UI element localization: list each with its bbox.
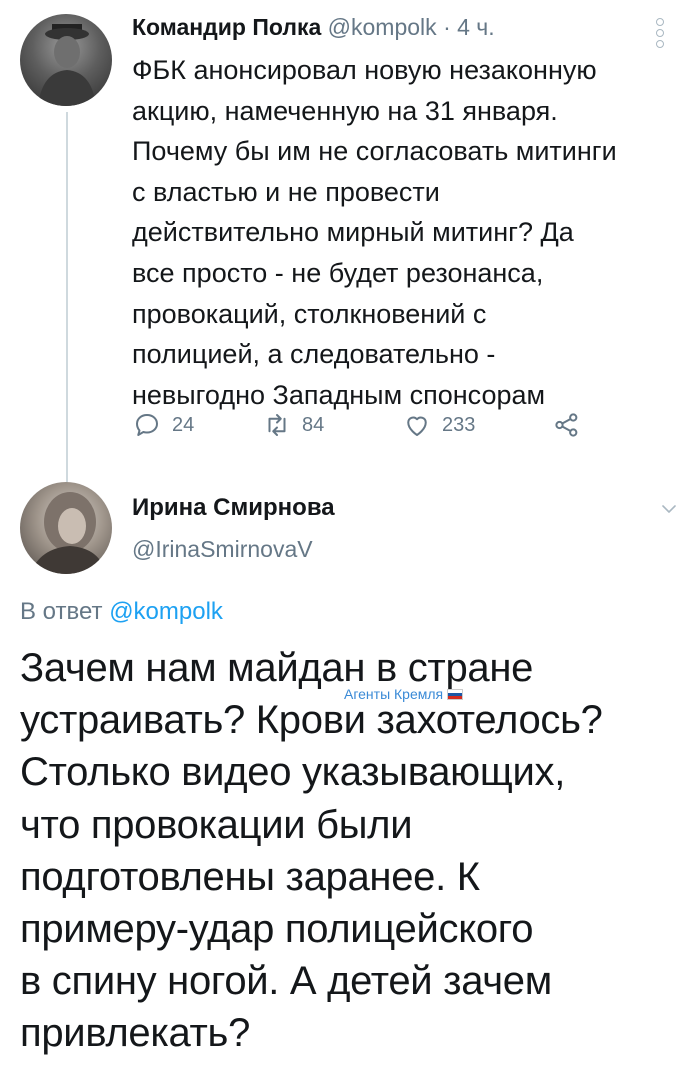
tweet-text-line: Столько видео указывающих, (20, 750, 566, 795)
tweet-text-line: привлекать? (20, 1011, 251, 1056)
tweet-text-line: все просто - не будет резонанса, (132, 257, 544, 288)
tweet-actions: 24 84 233 (132, 410, 602, 450)
avatar[interactable] (20, 482, 112, 574)
tweet-text-line: примеру-удар полицейского (20, 907, 534, 952)
tweet-text-line: провокаций, столкновений с (132, 298, 487, 329)
reply-prefix: В ответ (20, 598, 103, 625)
heart-icon (407, 416, 427, 436)
russian-flag-icon (447, 688, 464, 700)
tweet-text-line: с властью и не провести (132, 176, 440, 207)
thread-connector-line (66, 112, 68, 484)
avatar[interactable] (20, 14, 112, 106)
author-name[interactable]: Командир Полка (132, 14, 321, 40)
share-button[interactable] (552, 410, 582, 440)
reply-context: В ответ @kompolk (20, 598, 223, 626)
reply-count: 24 (172, 413, 195, 436)
tweet-text-line: что провокации были (20, 802, 413, 847)
like-button[interactable]: 233 (402, 410, 475, 440)
tweet-text-line: в спину ногой. А детей зачем (20, 959, 552, 1004)
share-icon (555, 413, 578, 437)
tweet-text-line: полицией, а следовательно - (132, 339, 496, 370)
tweet-text-line: акцию, намеченную на 31 января. (132, 95, 558, 126)
tweet-text-line: Почему бы им не согласовать митинги (132, 136, 617, 167)
retweet-icon (268, 414, 286, 436)
watermark-text: Агенты Кремля (344, 686, 444, 702)
chevron-down-icon[interactable] (660, 500, 678, 518)
author-handle[interactable]: @kompolk (328, 14, 437, 40)
timestamp[interactable]: · 4 ч. (443, 14, 495, 40)
watermark: Агенты Кремля (344, 686, 464, 702)
reply-icon (136, 414, 158, 436)
avatar-photo (30, 492, 106, 574)
tweet-header: Командир Полка @kompolk · 4 ч. (132, 14, 495, 41)
tweet-text: Зачем нам майдан в стране устраивать? Кр… (20, 642, 690, 1060)
tweet-text: ФБК анонсировал новую незаконную акцию, … (132, 50, 692, 415)
retweet-count: 84 (302, 413, 325, 436)
reply-button[interactable]: 24 (132, 410, 194, 440)
reply-mention-link[interactable]: @kompolk (109, 598, 223, 625)
tweet-text-line: устраивать? Крови захотелось? (20, 698, 603, 743)
retweet-button[interactable]: 84 (262, 410, 324, 440)
author-name[interactable]: Ирина Смирнова (132, 494, 335, 522)
more-options-icon[interactable] (656, 18, 664, 51)
like-count: 233 (442, 413, 476, 436)
author-handle[interactable]: @IrinaSmirnovaV (132, 536, 313, 563)
tweet-text-line: ФБК анонсировал новую незаконную (132, 55, 597, 85)
tweet-text-line: действительно мирный митинг? Да (132, 217, 574, 248)
tweet-text-line: подготовлены заранее. К (20, 854, 480, 899)
avatar-photo (38, 24, 96, 106)
